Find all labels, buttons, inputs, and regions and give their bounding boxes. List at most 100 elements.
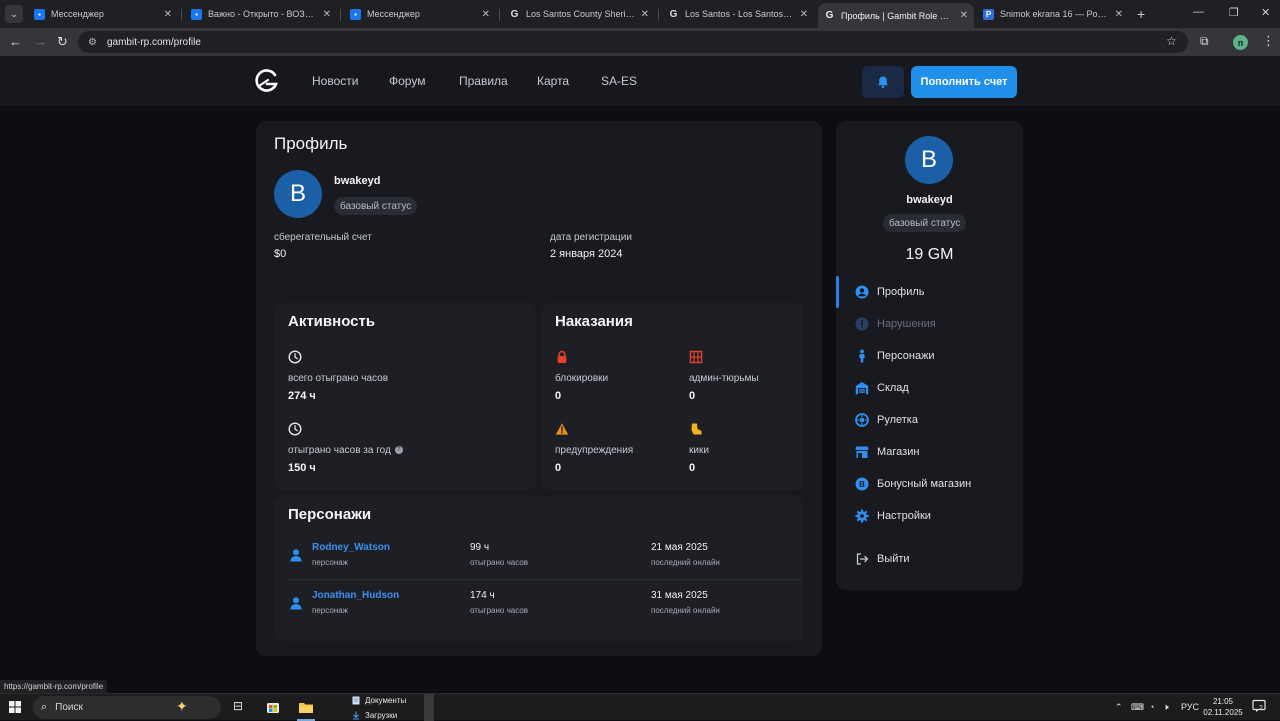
sidebar-item-bonus-shop[interactable]: B Бонусный магазин	[836, 472, 1023, 496]
sidebar-item-label: Склад	[877, 382, 909, 394]
documents-icon	[352, 696, 360, 705]
language-indicator[interactable]: РУС	[1181, 702, 1199, 712]
sidebar-item-characters[interactable]: Персонажи	[836, 344, 1023, 368]
row-divider	[287, 579, 801, 580]
bonus-coin-icon: B	[855, 477, 869, 491]
total-hours-value: 274 ч	[288, 390, 316, 402]
taskbar-search[interactable]: ⌕ Поиск ✦	[33, 696, 221, 719]
nav-sa-es[interactable]: SA-ES	[601, 74, 637, 88]
character-hours: 174 ч	[470, 590, 495, 601]
close-tab-icon[interactable]: ✕	[641, 9, 649, 20]
jump-list-downloads[interactable]: Загрузки	[352, 711, 397, 720]
nav-map[interactable]: Карта	[537, 74, 569, 88]
topup-button[interactable]: Пополнить счет	[911, 66, 1017, 98]
tab-title: Профиль | Gambit Role Play	[841, 10, 954, 21]
browser-menu-icon[interactable]: ⋮	[1262, 33, 1275, 49]
clock-icon	[288, 350, 302, 364]
windows-taskbar: ⌕ Поиск ✦ ⊟ Документы Загрузки ⌃ ⌨ ◔ 🕨 Р…	[0, 693, 1280, 721]
close-tab-icon[interactable]: ✕	[323, 9, 331, 20]
restore-icon[interactable]: ❐	[1229, 6, 1239, 19]
tray-chevron-icon[interactable]: ⌃	[1115, 702, 1123, 713]
character-last-online-label: последний онлайн	[651, 558, 720, 567]
gear-icon	[855, 509, 869, 523]
gambit-logo-icon: G	[669, 8, 678, 20]
year-hours-label: отыграно часов за год	[288, 445, 391, 456]
browser-tab[interactable]: ▪ Мессенджер ✕	[28, 3, 178, 25]
minimize-icon[interactable]: —	[1193, 6, 1204, 18]
sidebar-item-profile[interactable]: Профиль	[836, 276, 1023, 308]
sidebar-item-roulette[interactable]: Рулетка	[836, 408, 1023, 432]
tab-title: Snimok ekrana 16 — Postimag	[1000, 9, 1109, 19]
jail-label: админ-тюрьмы	[689, 373, 759, 384]
character-last-online: 21 мая 2025	[651, 542, 708, 553]
reload-icon[interactable]: ↻	[57, 34, 68, 50]
nav-forum[interactable]: Форум	[389, 74, 425, 88]
windows-start-icon[interactable]	[9, 701, 21, 713]
taskbar-clock[interactable]: 21:05 02.11.2025	[1198, 696, 1248, 718]
total-hours-label: всего отыграно часов	[288, 373, 389, 384]
back-arrow-icon[interactable]: ←	[9, 34, 22, 49]
sidebar-item-settings[interactable]: Настройки	[836, 504, 1023, 528]
browser-tab-active[interactable]: G Профиль | Gambit Role Play ✕	[818, 3, 974, 28]
punishments-title: Наказания	[555, 313, 633, 330]
character-last-online-label: последний онлайн	[651, 606, 720, 615]
browser-profile-avatar[interactable]: п	[1233, 35, 1248, 50]
task-view-icon[interactable]: ⊟	[233, 699, 249, 715]
jump-list-documents[interactable]: Документы	[352, 696, 406, 705]
file-explorer-icon[interactable]	[298, 699, 314, 715]
close-tab-icon[interactable]: ✕	[800, 9, 808, 20]
tab-search-button[interactable]: ⌄	[5, 5, 23, 23]
character-last-online: 31 мая 2025	[651, 590, 708, 601]
character-name-link[interactable]: Jonathan_Hudson	[312, 590, 399, 601]
browser-tab[interactable]: ▪ Важно - Открыто - ВОЗВРАЩ ✕	[185, 3, 337, 25]
browser-tab[interactable]: ▪ Мессенджер ✕	[344, 3, 496, 25]
character-row[interactable]: Rodney_Watson персонаж 99 ч отыграно час…	[275, 534, 803, 580]
profile-card: Профиль B bwakeyd базовый статус сберега…	[256, 121, 822, 656]
close-window-icon[interactable]: ✕	[1261, 6, 1270, 19]
address-bar[interactable]: ⚙ gambit-rp.com/profile	[78, 31, 1188, 53]
close-tab-icon[interactable]: ✕	[960, 10, 968, 21]
character-row[interactable]: Jonathan_Hudson персонаж 174 ч отыграно …	[275, 582, 803, 628]
site-info-icon[interactable]: ⚙	[88, 37, 97, 48]
browser-tab[interactable]: G Los Santos - Los Santos Police ✕	[662, 3, 814, 25]
copilot-sparkle-icon: ✦	[176, 698, 188, 714]
activity-title: Активность	[288, 313, 376, 330]
status-badge: базовый статус	[334, 197, 418, 215]
clock-time: 21:05	[1212, 697, 1234, 706]
keyboard-layout-icon[interactable]: ⌨	[1131, 702, 1144, 713]
browser-tab[interactable]: G Los Santos County Sheriff's Dep ✕	[503, 3, 655, 25]
volume-icon[interactable]: 🕨	[1163, 702, 1169, 713]
character-type: персонаж	[312, 558, 348, 567]
sidebar-item-shop[interactable]: Магазин	[836, 440, 1023, 464]
sidebar-item-logout[interactable]: Выйти	[836, 547, 1023, 571]
sidebar-item-violations[interactable]: Нарушения	[836, 312, 1023, 336]
close-tab-icon[interactable]: ✕	[482, 9, 490, 20]
sidebar-item-warehouse[interactable]: Склад	[836, 376, 1023, 400]
browser-tab[interactable]: P Snimok ekrana 16 — Postimag ✕	[977, 3, 1129, 25]
scroll-handle[interactable]	[424, 694, 434, 721]
warning-triangle-icon	[555, 423, 569, 435]
notifications-button[interactable]	[862, 66, 904, 98]
character-name-link[interactable]: Rodney_Watson	[312, 542, 390, 553]
gambit-logo-icon[interactable]	[254, 68, 280, 94]
tab-title: Los Santos - Los Santos Police	[685, 9, 794, 19]
bookmark-star-icon[interactable]: ☆	[1166, 34, 1177, 48]
nav-rules[interactable]: Правила	[459, 74, 508, 88]
jail-value: 0	[689, 390, 696, 402]
browser-toolbar: ← → ↻ ⚙ gambit-rp.com/profile ☆ ⧉ п ⋮	[0, 28, 1280, 56]
help-icon[interactable]: ?	[394, 446, 403, 455]
url-text: gambit-rp.com/profile	[106, 36, 201, 48]
store-icon[interactable]	[265, 699, 281, 715]
punishments-panel: Наказания блокировки 0 админ-тюрьмы 0 пр…	[542, 303, 803, 490]
nav-news[interactable]: Новости	[312, 74, 358, 88]
sidebar-username: bwakeyd	[906, 194, 953, 206]
forward-arrow-icon[interactable]: →	[34, 34, 47, 49]
new-tab-button[interactable]: +	[1137, 6, 1145, 22]
extensions-icon[interactable]: ⧉	[1200, 34, 1209, 49]
close-tab-icon[interactable]: ✕	[1115, 9, 1123, 20]
notification-center-icon[interactable]: 2	[1252, 699, 1268, 715]
close-tab-icon[interactable]: ✕	[164, 9, 172, 20]
username: bwakeyd	[334, 175, 381, 187]
wifi-icon[interactable]: ◔	[1149, 702, 1154, 712]
clock-date: 02.11.2025	[1203, 708, 1243, 717]
